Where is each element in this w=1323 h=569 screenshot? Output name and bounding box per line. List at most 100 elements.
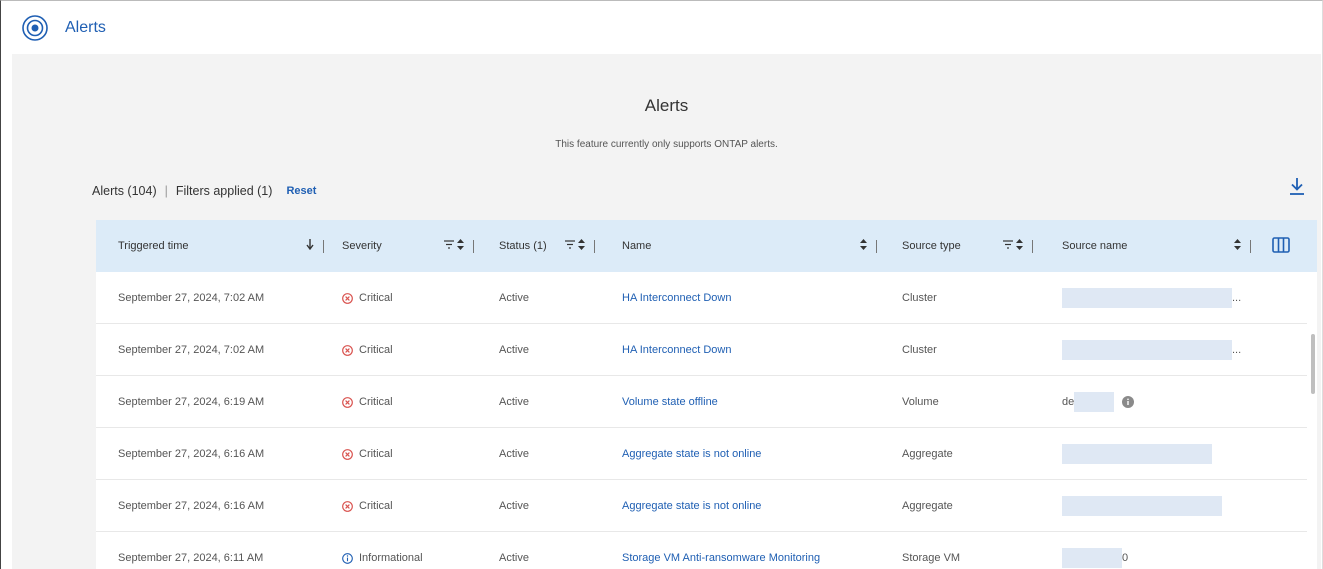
main-content: Alerts This feature currently only suppo… [12,54,1321,569]
severity-label: Critical [359,292,393,304]
cell-triggered-time: September 27, 2024, 6:16 AM [118,500,265,512]
cell-status: Active [499,292,529,304]
cell-source-name[interactable]: ... [1062,272,1241,324]
column-header-name[interactable]: Name [622,220,882,272]
cell-source-type: Volume [902,396,939,408]
redacted-source-name [1062,444,1212,464]
alerts-summary: Alerts (104) | Filters applied (1) Reset [92,184,316,198]
filter-icon[interactable] [1003,240,1013,252]
severity-label: Critical [359,500,393,512]
alerts-count: Alerts (104) [92,184,157,198]
alert-name-link[interactable]: Aggregate state is not online [622,480,761,532]
cell-status: Active [499,344,529,356]
column-label: Status (1) [499,240,547,252]
column-label: Name [622,240,652,252]
column-chooser-button[interactable] [1272,220,1296,272]
column-divider [323,239,324,253]
critical-icon [342,344,353,356]
top-bar: Alerts [2,2,1321,54]
column-header-source-type[interactable]: Source type [902,220,1052,272]
column-header-status[interactable]: Status (1) [499,220,619,272]
table-row[interactable]: September 27, 2024, 7:02 AM Critical Activ… [96,272,1317,324]
table-row[interactable]: September 27, 2024, 6:16 AM Critical Activ… [96,480,1317,532]
column-header-triggered-time[interactable]: Triggered time [118,220,328,272]
cell-source-name[interactable] [1062,428,1212,480]
cell-source-name[interactable]: 0 [1062,532,1128,569]
table-header: Triggered time Severity Status (1) Name … [96,220,1317,272]
column-label: Severity [342,240,382,252]
cell-triggered-time: September 27, 2024, 6:16 AM [118,448,265,460]
cell-triggered-time: September 27, 2024, 7:02 AM [118,292,265,304]
download-button[interactable] [1285,176,1309,200]
table-row[interactable]: September 27, 2024, 7:02 AM Critical Activ… [96,324,1317,376]
cell-source-type: Aggregate [902,500,953,512]
alert-name-link[interactable]: HA Interconnect Down [622,324,731,376]
severity-label: Informational [359,552,423,564]
redacted-source-name [1062,288,1232,308]
cell-status: Active [499,552,529,564]
table-row[interactable]: September 27, 2024, 6:19 AM Critical Activ… [96,376,1317,428]
cell-source-type: Cluster [902,344,937,356]
sort-icon[interactable] [860,239,867,253]
cell-severity: Critical [342,376,393,428]
filter-icon[interactable] [444,240,454,252]
column-divider [473,239,474,253]
cell-triggered-time: September 27, 2024, 6:11 AM [118,552,264,564]
app-title: Alerts [65,19,106,36]
info-icon [342,552,353,564]
cell-severity: Critical [342,324,393,376]
column-divider [876,239,877,253]
cell-severity: Critical [342,480,393,532]
column-header-severity[interactable]: Severity [342,220,492,272]
cell-severity: Critical [342,272,393,324]
alert-name-link[interactable]: Volume state offline [622,376,718,428]
sort-descending-icon[interactable] [306,239,314,253]
summary-divider: | [164,184,168,198]
app-window: Alerts Alerts This feature currently onl… [0,0,1323,569]
download-icon [1288,176,1306,201]
cell-triggered-time: September 27, 2024, 6:19 AM [118,396,265,408]
cell-source-name[interactable]: ... [1062,324,1241,376]
column-divider [594,239,595,253]
sort-icon[interactable] [457,239,464,253]
filter-icon[interactable] [565,240,575,252]
cell-status: Active [499,448,529,460]
cell-source-name[interactable] [1062,480,1222,532]
severity-label: Critical [359,448,393,460]
column-label: Source type [902,240,961,252]
sort-icon[interactable] [1234,239,1241,253]
column-label: Source name [1062,240,1128,252]
alerts-target-icon[interactable] [22,15,48,41]
cell-source-name[interactable]: de [1062,376,1135,428]
columns-icon [1272,236,1290,256]
redacted-source-name [1062,548,1122,568]
cell-triggered-time: September 27, 2024, 7:02 AM [118,344,265,356]
redacted-source-name [1062,496,1222,516]
scrollbar-thumb[interactable] [1311,334,1315,394]
cell-status: Active [499,500,529,512]
sort-icon[interactable] [578,239,585,253]
redacted-source-name [1062,340,1232,360]
column-divider [1032,239,1033,253]
critical-icon [342,292,353,304]
reset-filters-link[interactable]: Reset [286,185,316,197]
cell-severity: Informational [342,532,423,569]
table-row[interactable]: September 27, 2024, 6:11 AM Informational… [96,532,1317,569]
column-header-source-name[interactable]: Source name [1062,220,1262,272]
alerts-table: Triggered time Severity Status (1) Name … [96,220,1317,569]
column-label: Triggered time [118,240,189,252]
page-subtitle: This feature currently only supports ONT… [555,139,778,150]
cell-severity: Critical [342,428,393,480]
info-filled-icon[interactable] [1122,396,1135,408]
alert-name-link[interactable]: Storage VM Anti-ransomware Monitoring [622,532,820,569]
sort-icon[interactable] [1016,239,1023,253]
source-name-suffix: 0 [1122,552,1129,564]
critical-icon [342,448,353,460]
alert-name-link[interactable]: Aggregate state is not online [622,428,761,480]
table-row[interactable]: September 27, 2024, 6:16 AM Critical Activ… [96,428,1317,480]
cell-source-type: Cluster [902,292,937,304]
severity-label: Critical [359,344,393,356]
vertical-scrollbar[interactable] [1307,272,1317,569]
alert-name-link[interactable]: HA Interconnect Down [622,272,731,324]
page-title: Alerts [644,96,689,115]
